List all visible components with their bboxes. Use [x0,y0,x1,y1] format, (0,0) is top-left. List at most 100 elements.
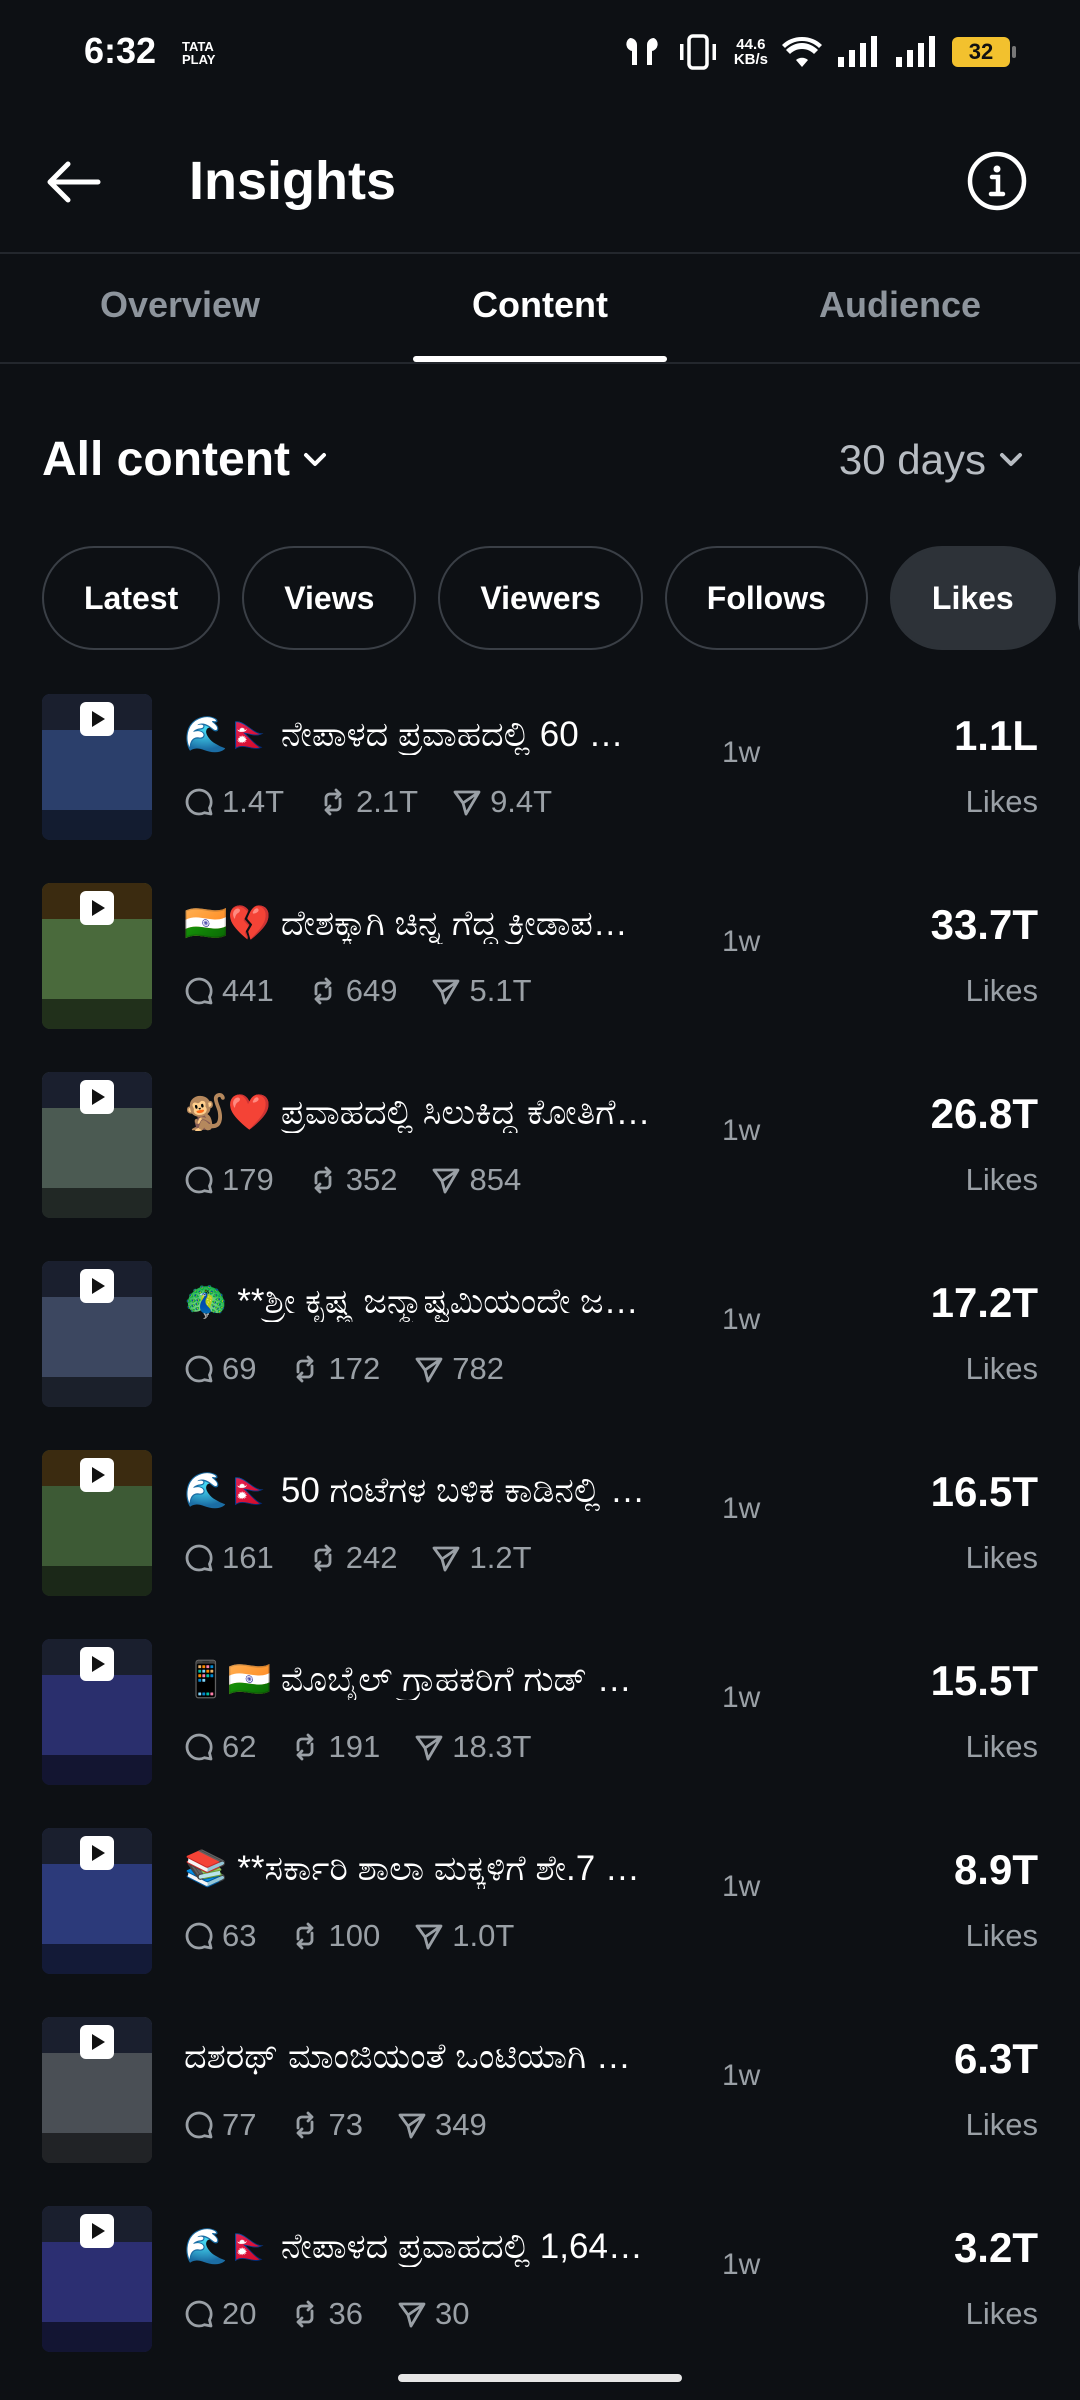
home-indicator[interactable] [398,2374,682,2382]
share-icon [415,1735,443,1761]
reposts-stat: 73 [290,2107,363,2143]
likes-label: Likes [965,973,1038,1008]
reposts-count: 352 [345,1162,398,1197]
post-row[interactable]: 🐒❤️ ಪ್ರವಾಹದಲ್ಲಿ ಸಿಲುಕಿದ್ದ ಕೋತಿಗೆ… 1w 179… [0,1068,1080,1257]
post-thumbnail [42,1828,152,1974]
back-arrow-icon[interactable] [36,152,108,212]
post-title: 📱🇮🇳 ಮೊಬೈಲ್ ಗ್ರಾಹಕರಿಗೆ ಗುಡ್ … [184,1660,632,1699]
shares-stat: 349 [397,2107,487,2143]
chevron-down-icon [1000,453,1022,466]
chip-views[interactable]: Views [242,546,417,650]
shares-count: 349 [434,2107,487,2142]
share-icon [415,1357,443,1383]
post-row[interactable]: 🦚 **ಶ್ರೀ ಕೃಷ್ಣ ಜನ್ಮಾಷ್ಟಮಿಯಂದೇ ಜ… 1w 69 1… [0,1257,1080,1446]
reposts-count: 191 [328,1729,381,1764]
info-icon[interactable] [966,150,1028,212]
network-speed: 44.6 KB/s [733,36,768,68]
post-age: 1w [722,1681,761,1714]
chip-viewers[interactable]: Viewers [438,546,643,650]
thumbnail-caption [42,1755,152,1785]
reply-icon [185,1355,213,1383]
thumbnail-caption [42,1566,152,1596]
shares-stat: 5.1T [431,973,532,1009]
post-row[interactable]: 📱🇮🇳 ಮೊಬೈಲ್ ಗ್ರಾಹಕರಿಗೆ ಗುಡ್ … 1w 62 191 1… [0,1635,1080,1824]
shares-stat: 18.3T [414,1729,532,1765]
content-filter-dropdown[interactable]: All content [42,432,328,487]
post-stats: 63 100 1.0T [184,1918,514,1954]
post-title: 🦚 **ಶ್ರೀ ಕೃಷ್ಣ ಜನ್ಮಾಷ್ಟಮಿಯಂದೇ ಜ… [184,1282,639,1321]
post-age: 1w [722,925,761,958]
shares-stat: 9.4T [452,784,552,820]
post-stats: 69 172 782 [184,1351,504,1387]
tab-overview[interactable]: Overview [0,254,360,362]
thumbnail-caption [42,1377,152,1407]
likes-label: Likes [965,2296,1038,2331]
reposts-count: 73 [328,2107,363,2142]
play-icon [80,1080,114,1114]
share-icon [398,2113,426,2139]
tab-content[interactable]: Content [360,254,720,362]
post-row[interactable]: 🌊🇳🇵 ನೇಪಾಳದ ಪ್ರವಾಹದಲ್ಲಿ 60 … 1w 1.4T 2.1T… [0,690,1080,879]
reply-icon [185,2111,213,2139]
post-thumbnail [42,2206,152,2352]
replies-stat: 179 [184,1162,274,1198]
post-thumbnail [42,1639,152,1785]
reply-icon [185,1922,213,1950]
post-age: 1w [722,1114,761,1147]
likes-label: Likes [965,1918,1038,1953]
reposts-stat: 2.1T [318,784,418,820]
post-title: 🇮🇳💔 ದೇಶಕ್ಕಾಗಿ ಚಿನ್ನ ಗೆದ್ದ ಕ್ರೀಡಾಪ… [184,904,628,943]
post-row[interactable]: 🇮🇳💔 ದೇಶಕ್ಕಾಗಿ ಚಿನ್ನ ಗೆದ್ದ ಕ್ರೀಡಾಪ… 1w 44… [0,879,1080,1068]
reposts-stat: 649 [308,973,397,1009]
replies-count: 179 [222,1162,274,1197]
likes-label: Likes [965,1162,1038,1197]
likes-count: 3.2T [953,2224,1038,2271]
reply-icon [185,1733,213,1761]
content-filter-label: All content [42,433,290,486]
shares-stat: 30 [397,2296,469,2332]
thumbnail-caption [42,2133,152,2163]
post-row[interactable]: 🌊🇳🇵 ನೇಪಾಳದ ಪ್ರವಾಹದಲ್ಲಿ 1,64… 1w 20 36 30… [0,2202,1080,2391]
wifi-icon [782,37,822,67]
likes-count: 15.5T [930,1657,1038,1704]
replies-stat: 20 [184,2296,256,2332]
earbuds-icon [626,38,658,65]
repost-icon [297,1355,314,1383]
replies-count: 441 [222,973,274,1008]
reply-icon [185,977,213,1005]
reposts-stat: 172 [290,1351,380,1387]
reposts-count: 2.1T [356,784,419,819]
reply-icon [185,2300,213,2328]
post-thumbnail [42,1261,152,1407]
post-stats: 179 352 854 [184,1162,521,1198]
post-title: 🐒❤️ ಪ್ರವಾಹದಲ್ಲಿ ಸಿಲುಕಿದ್ದ ಕೋತಿಗೆ… [184,1093,651,1132]
chip-latest[interactable]: Latest [42,546,221,650]
likes-label: Likes [965,1351,1038,1386]
post-age: 1w [722,1492,761,1525]
reposts-count: 172 [328,1351,381,1386]
likes-label: Likes [965,784,1038,819]
post-title: 📚 **ಸರ್ಕಾರಿ ಶಾಲಾ ಮಕ್ಕಳಿಗೆ ಶೇ.7 … [184,1849,640,1888]
tab-audience[interactable]: Audience [720,254,1080,362]
post-row[interactable]: 📚 **ಸರ್ಕಾರಿ ಶಾಲಾ ಮಕ್ಕಳಿಗೆ ಶೇ.7 … 1w 63 1… [0,1824,1080,2013]
date-range-label: 30 days [838,436,986,483]
thumbnail-caption [42,2322,152,2352]
replies-count: 69 [222,1351,257,1386]
post-thumbnail [42,694,152,840]
replies-count: 1.4T [222,784,285,819]
likes-count: 26.8T [930,1090,1038,1137]
signal-icon [838,36,877,67]
sort-chips: Latest Views Viewers Follows Likes [42,546,1080,650]
post-thumbnail [42,2017,152,2163]
post-row[interactable]: ದಶರಥ್ ಮಾಂಜಿಯಂತೆ ಒಂಟಿಯಾಗಿ … 1w 77 73 349 … [0,2013,1080,2202]
shares-stat: 1.2T [431,1540,532,1576]
post-row[interactable]: 🌊🇳🇵 50 ಗಂಟೆಗಳ ಬಳಿಕ ಕಾಡಿನಲ್ಲಿ … 1w 161 24… [0,1446,1080,1635]
chevron-down-icon [304,452,326,466]
reposts-count: 100 [328,1918,381,1953]
date-range-dropdown[interactable]: 30 days [839,436,1024,484]
chip-likes[interactable]: Likes [889,546,1056,650]
likes-label: Likes [965,1729,1038,1764]
share-icon [433,979,460,1005]
chip-follows[interactable]: Follows [664,546,868,650]
post-title: 🌊🇳🇵 ನೇಪಾಳದ ಪ್ರವಾಹದಲ್ಲಿ 60 … [184,715,624,754]
